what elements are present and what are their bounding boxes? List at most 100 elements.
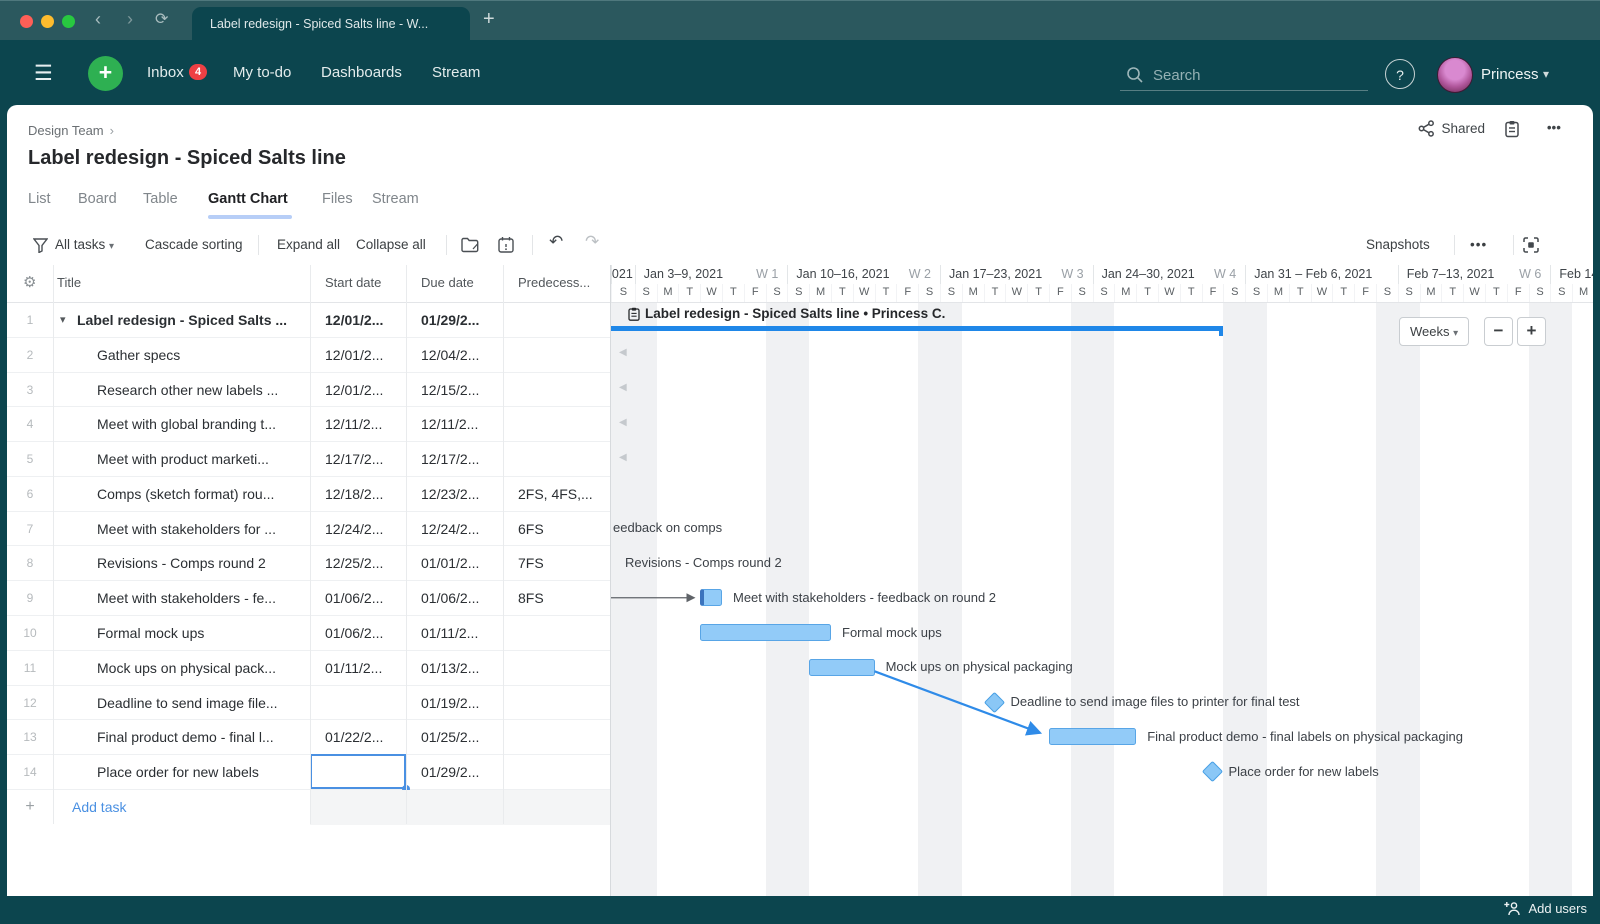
start-date-cell[interactable]: 01/06/2... [325,581,383,615]
tab-list[interactable]: List [28,191,51,207]
add-users-button[interactable]: Add users [1504,901,1587,916]
milestone-diamond[interactable] [984,691,1005,712]
nav-item-dashboards[interactable]: Dashboards [321,64,402,81]
gantt-project-summary[interactable]: Label redesign - Spiced Salts line • Pri… [628,306,945,321]
tab-files[interactable]: Files [322,191,353,207]
undo-button[interactable]: ↶ [549,232,563,252]
table-row[interactable]: 2Gather specs12/01/2...12/04/2... [7,338,610,373]
browser-refresh-button[interactable]: ⟳ [155,9,168,29]
add-task-row[interactable]: + Add task [7,790,610,825]
start-date-cell[interactable]: 01/22/2... [325,720,383,754]
due-date-cell[interactable]: 12/24/2... [421,512,479,546]
calendar-icon[interactable] [498,236,514,253]
offscreen-task-indicator[interactable]: ◀ [619,382,627,393]
fullscreen-icon[interactable] [1523,237,1539,253]
chevron-down-icon[interactable]: ▾ [1543,67,1549,81]
table-row[interactable]: 3Research other new labels ...12/01/2...… [7,373,610,408]
new-tab-button[interactable]: + [483,8,495,31]
zoom-window-button[interactable] [62,15,75,28]
gear-icon[interactable]: ⚙ [23,273,36,291]
task-title-cell[interactable]: Comps (sketch format) rou... [97,477,274,511]
more-menu-button[interactable]: ••• [1547,120,1561,135]
start-date-cell[interactable]: 12/17/2... [325,442,383,476]
snapshots-button[interactable]: Snapshots [1366,237,1430,252]
add-folder-icon[interactable] [461,237,479,253]
search-input[interactable]: Search [1120,62,1368,91]
start-date-cell[interactable]: 12/18/2... [325,477,383,511]
filter-icon[interactable] [33,238,48,253]
start-date-cell[interactable]: 01/06/2... [325,616,383,650]
start-date-cell[interactable]: 12/01/2... [325,303,383,337]
offscreen-task-indicator[interactable]: ◀ [619,347,627,358]
timescale-dropdown[interactable]: Weeks ▾ [1399,317,1469,346]
due-date-cell[interactable]: 12/15/2... [421,373,479,407]
table-row[interactable]: 10Formal mock ups01/06/2...01/11/2... [7,616,610,651]
offscreen-task-indicator[interactable]: ◀ [619,417,627,428]
table-row[interactable]: 5Meet with product marketi...12/17/2...1… [7,442,610,477]
task-title-cell[interactable]: Gather specs [97,338,180,372]
task-bar[interactable] [700,589,722,606]
due-date-cell[interactable]: 01/29/2... [421,303,479,337]
due-date-cell[interactable]: 01/29/2... [421,755,479,789]
start-date-cell[interactable]: 12/01/2... [325,338,383,372]
due-date-cell[interactable]: 01/25/2... [421,720,479,754]
due-date-cell[interactable]: 12/04/2... [421,338,479,372]
task-title-cell[interactable]: Deadline to send image file... [97,686,278,720]
zoom-out-button[interactable]: − [1484,317,1513,346]
column-divider[interactable] [503,265,504,824]
predecessor-cell[interactable]: 2FS, 4FS,... [518,477,593,511]
task-title-cell[interactable]: Research other new labels ... [97,373,278,407]
task-title-cell[interactable]: Place order for new labels [97,755,259,789]
breadcrumb[interactable]: Design Team› [28,123,114,138]
task-title-cell[interactable]: Label redesign - Spiced Salts ... [77,303,287,337]
task-title-cell[interactable]: Final product demo - final l... [97,720,274,754]
predecessor-cell[interactable]: 7FS [518,546,544,580]
table-row[interactable]: 6Comps (sketch format) rou...12/18/2...1… [7,477,610,512]
help-button[interactable]: ? [1385,59,1415,89]
nav-item-my-todo[interactable]: My to-do [233,64,291,81]
nav-item-stream[interactable]: Stream [432,64,480,81]
project-duration-bar[interactable] [611,326,1223,331]
task-title-cell[interactable]: Meet with stakeholders for ... [97,512,276,546]
column-divider[interactable] [310,265,311,824]
avatar[interactable] [1437,57,1473,93]
redo-button[interactable]: ↷ [585,232,599,252]
browser-forward-button[interactable]: › [127,9,133,30]
column-header-due-date[interactable]: Due date [421,275,474,290]
add-task-button[interactable]: Add task [72,790,126,824]
due-date-cell[interactable]: 01/01/2... [421,546,479,580]
due-date-cell[interactable]: 12/17/2... [421,442,479,476]
due-date-cell[interactable]: 12/11/2... [421,407,478,441]
shared-button[interactable]: Shared [1418,120,1485,137]
start-date-cell[interactable]: 01/11/2... [325,651,382,685]
user-name[interactable]: Princess [1481,66,1539,83]
browser-tab[interactable]: Label redesign - Spiced Salts line - W..… [192,7,470,41]
browser-back-button[interactable]: ‹ [95,9,101,30]
column-header-title[interactable]: Title [57,275,81,290]
task-title-cell[interactable]: Meet with global branding t... [97,407,276,441]
predecessor-cell[interactable]: 6FS [518,512,544,546]
due-date-cell[interactable]: 01/19/2... [421,686,479,720]
due-date-cell[interactable]: 12/23/2... [421,477,479,511]
milestone-diamond[interactable] [1202,761,1223,782]
cascade-sorting-button[interactable]: Cascade sorting [145,237,243,252]
due-date-cell[interactable]: 01/06/2... [421,581,479,615]
table-row[interactable]: 7Meet with stakeholders for ...12/24/2..… [7,512,610,547]
tab-stream[interactable]: Stream [372,191,419,207]
table-row[interactable]: 14Place order for new labels01/29/2... [7,755,610,790]
collapse-all-button[interactable]: Collapse all [356,237,426,252]
table-row[interactable]: 12Deadline to send image file...01/19/2.… [7,686,610,721]
selected-cell[interactable] [310,754,406,789]
filter-all-tasks-button[interactable]: All tasks ▾ [55,237,114,252]
start-date-cell[interactable]: 12/01/2... [325,373,383,407]
start-date-cell[interactable]: 12/24/2... [325,512,383,546]
due-date-cell[interactable]: 01/11/2... [421,616,478,650]
start-date-cell[interactable]: 12/25/2... [325,546,383,580]
offscreen-task-indicator[interactable]: ◀ [619,452,627,463]
table-row[interactable]: 9Meet with stakeholders - fe...01/06/2..… [7,581,610,616]
table-row[interactable]: 8Revisions - Comps round 212/25/2...01/0… [7,546,610,581]
column-divider[interactable] [406,265,407,824]
hamburger-menu-icon[interactable]: ☰ [34,61,53,86]
task-title-cell[interactable]: Mock ups on physical pack... [97,651,276,685]
tab-gantt-chart[interactable]: Gantt Chart [208,191,288,207]
